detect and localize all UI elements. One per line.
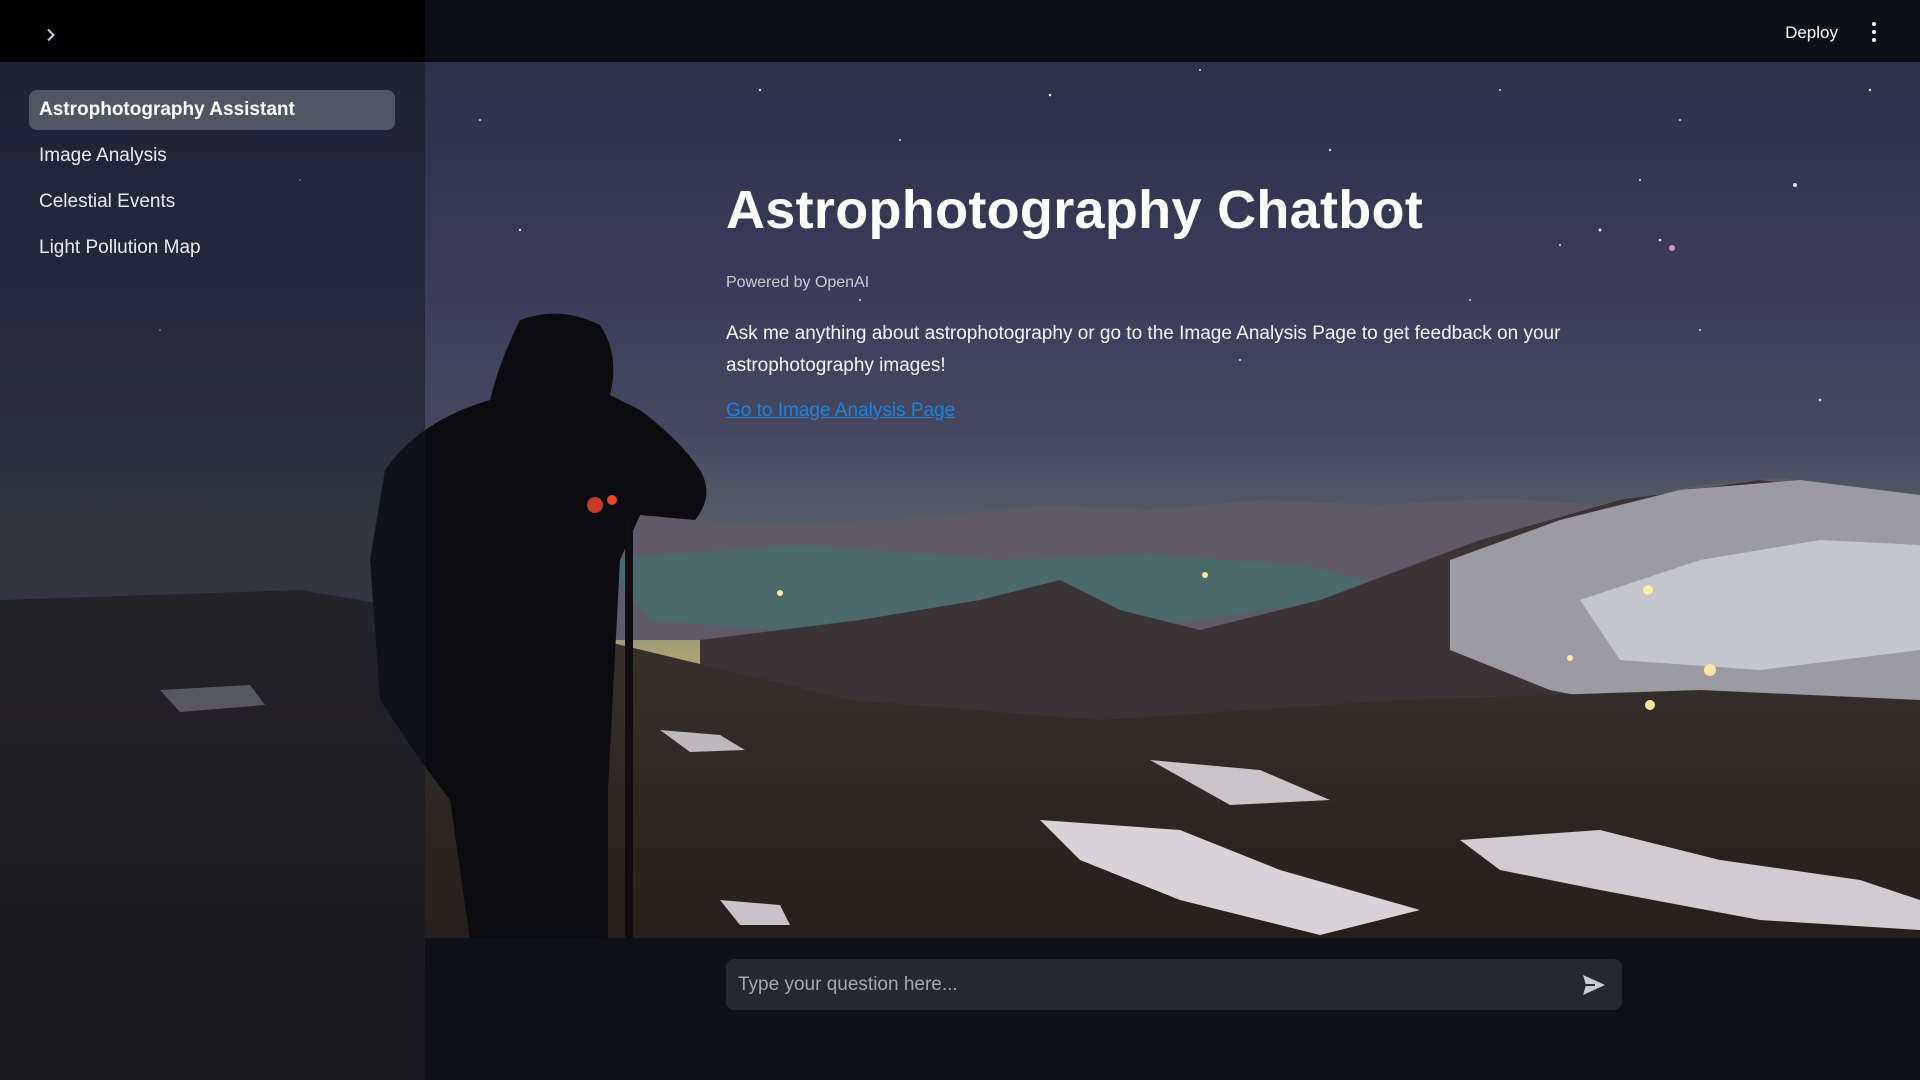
chat-input-container [726,959,1622,1010]
sidebar-expand-button[interactable] [36,20,66,50]
main-menu-button[interactable] [1864,18,1884,46]
app-header: Deploy [0,0,1920,62]
sidebar-item-celestial-events[interactable]: Celestial Events [29,182,395,222]
sidebar-item-light-pollution-map[interactable]: Light Pollution Map [29,228,395,268]
chat-input-bar [425,938,1920,1080]
send-icon [1583,975,1605,995]
more-vertical-icon [1872,22,1876,26]
image-analysis-link[interactable]: Go to Image Analysis Page [726,400,955,422]
page-title: Astrophotography Chatbot [726,180,1424,240]
sidebar-item-astrophotography-assistant[interactable]: Astrophotography Assistant [29,90,395,130]
sidebar-nav: Astrophotography Assistant Image Analysi… [29,90,395,274]
deploy-button[interactable]: Deploy [1775,18,1848,48]
page-subtitle: Powered by OpenAI [726,274,870,291]
send-button[interactable] [1578,969,1610,1001]
chat-input[interactable] [726,959,1566,1010]
app-window: Deploy Astrophotography Assistant Image … [0,0,1920,1080]
main-content: Astrophotography Chatbot Powered by Open… [726,175,1626,422]
chevron-right-icon [47,28,55,42]
page-description: Ask me anything about astrophotography o… [726,323,1561,376]
sidebar: Astrophotography Assistant Image Analysi… [0,62,425,1080]
sidebar-item-image-analysis[interactable]: Image Analysis [29,136,395,176]
